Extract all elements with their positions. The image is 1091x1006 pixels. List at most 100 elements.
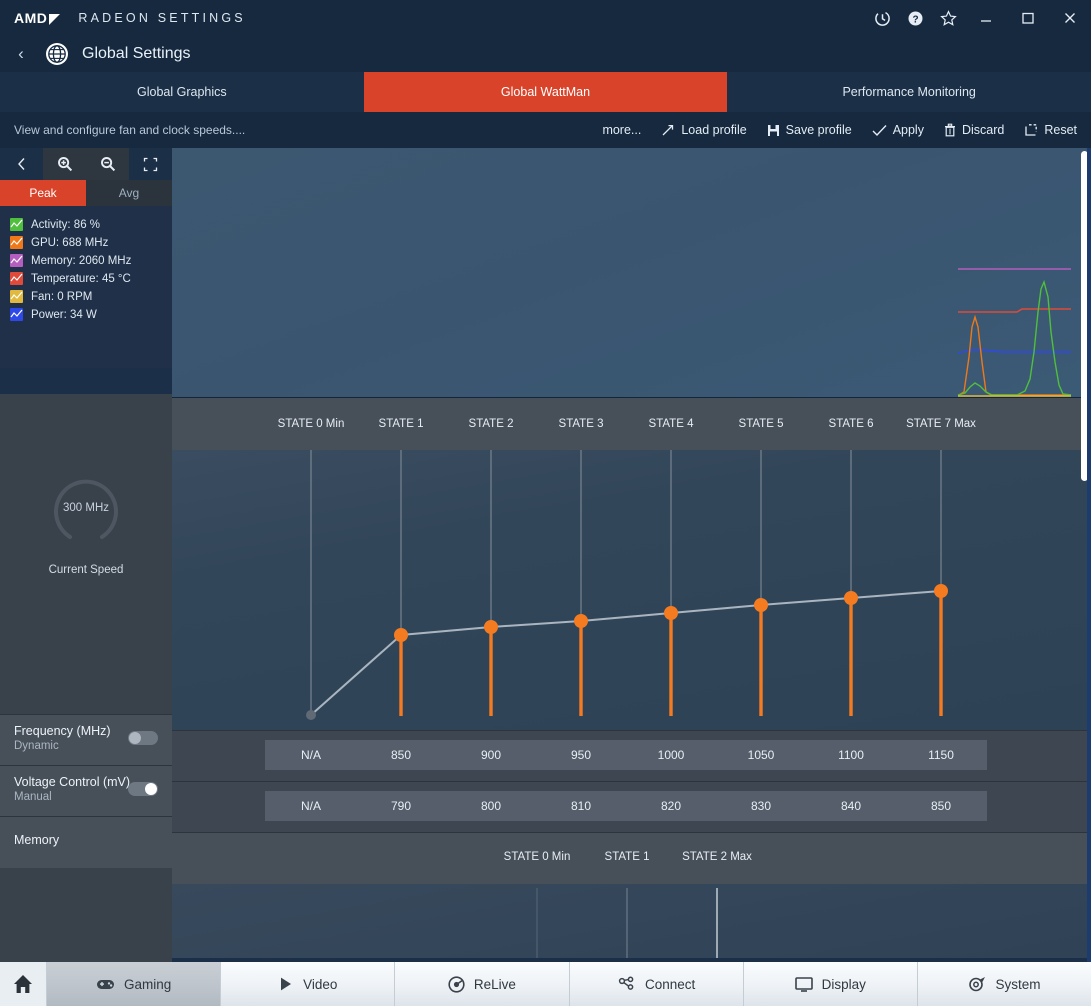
gamepad-icon: [96, 977, 115, 991]
frequency-cell-2[interactable]: 900: [445, 740, 537, 770]
temperature-swatch-icon: [10, 272, 23, 285]
memory-row-label: Memory: [0, 816, 172, 868]
frequency-cell-6[interactable]: 1100: [805, 740, 897, 770]
load-profile-button[interactable]: Load profile: [661, 123, 747, 137]
tab-global-graphics[interactable]: Global Graphics: [0, 72, 364, 112]
legend-label-power: Power: 34 W: [31, 308, 97, 321]
frequency-cell-4[interactable]: 1000: [625, 740, 717, 770]
nav-video[interactable]: Video: [220, 962, 395, 1006]
legend-item[interactable]: Temperature: 45 °C: [10, 272, 172, 285]
frequency-cell-7[interactable]: 1150: [895, 740, 987, 770]
back-arrow-icon[interactable]: [0, 148, 43, 180]
nav-system-label: System: [995, 976, 1041, 992]
frequency-cell-0[interactable]: N/A: [265, 740, 357, 770]
more-button[interactable]: more...: [602, 123, 641, 137]
reset-icon: [1024, 123, 1038, 137]
nav-display[interactable]: Display: [742, 962, 917, 1006]
activity-trace: [957, 279, 1072, 396]
state-curve-svg: [306, 450, 948, 720]
apply-button[interactable]: Apply: [872, 123, 924, 137]
window-controls: ?: [866, 0, 1091, 36]
favorite-star-icon[interactable]: [932, 0, 965, 36]
frequency-row-label: Frequency (MHz) Dynamic: [0, 714, 172, 765]
memory-swatch-icon: [10, 254, 23, 267]
maximize-icon[interactable]: [1007, 0, 1049, 36]
left-rail: Peak Avg Activity: 86 % GPU: 688 MHz Mem…: [0, 148, 172, 966]
curve-node-4: [664, 606, 678, 620]
zoom-in-icon[interactable]: [43, 148, 86, 180]
legend-label-activity: Activity: 86 %: [31, 218, 101, 231]
curve-node-3: [574, 614, 588, 628]
home-icon[interactable]: [0, 962, 46, 1006]
frequency-toggle[interactable]: [128, 731, 158, 745]
legend-label-temperature: Temperature: 45 °C: [31, 272, 131, 285]
help-icon[interactable]: ?: [899, 0, 932, 36]
voltage-cell-3[interactable]: 810: [535, 791, 627, 821]
main-tabs: Global Graphics Global WattMan Performan…: [0, 72, 1091, 112]
svg-text:?: ?: [912, 14, 918, 25]
gpu-state-4: STATE 4: [648, 418, 694, 430]
curve-node-0: [306, 710, 316, 720]
reset-label: Reset: [1044, 123, 1077, 137]
nav-connect[interactable]: Connect: [568, 962, 743, 1006]
frequency-cell-5[interactable]: 1050: [715, 740, 807, 770]
fullscreen-icon[interactable]: [129, 148, 172, 180]
globe-icon: [44, 41, 70, 67]
back-button[interactable]: ‹: [10, 44, 32, 64]
frequency-cell-1[interactable]: 850: [355, 740, 447, 770]
frequency-cell-3[interactable]: 950: [535, 740, 627, 770]
load-profile-label: Load profile: [681, 123, 747, 137]
voltage-cell-5[interactable]: 830: [715, 791, 807, 821]
breadcrumb: ‹ Global Settings: [0, 36, 1091, 72]
reset-button[interactable]: Reset: [1024, 123, 1077, 137]
update-icon[interactable]: [866, 0, 899, 36]
save-profile-button[interactable]: Save profile: [767, 123, 852, 137]
legend-item[interactable]: Fan: 0 RPM: [10, 290, 172, 303]
discard-button[interactable]: Discard: [944, 123, 1004, 137]
legend-label-fan: Fan: 0 RPM: [31, 290, 93, 303]
app-title: RADEON SETTINGS: [78, 11, 246, 25]
curve-node-5: [754, 598, 768, 612]
nav-system[interactable]: System: [916, 962, 1091, 1006]
legend-item[interactable]: Activity: 86 %: [10, 218, 172, 231]
voltage-cell-4[interactable]: 820: [625, 791, 717, 821]
zoom-out-icon[interactable]: [86, 148, 129, 180]
avg-tab[interactable]: Avg: [86, 180, 172, 206]
peak-avg-toggle: Peak Avg: [0, 180, 172, 206]
nav-gaming[interactable]: Gaming: [46, 962, 221, 1006]
peak-tab[interactable]: Peak: [0, 180, 86, 206]
minimize-icon[interactable]: [965, 0, 1007, 36]
toolbar-description: View and configure fan and clock speeds.…: [14, 123, 246, 137]
fan-swatch-icon: [10, 290, 23, 303]
legend-item[interactable]: Memory: 2060 MHz: [10, 254, 172, 267]
current-speed-gauge-panel: 300 MHz Current Speed: [0, 394, 172, 714]
wattman-content: STATE 0 Min STATE 1 STATE 2 STATE 3 STAT…: [172, 148, 1091, 966]
legend-label-memory: Memory: 2060 MHz: [31, 254, 132, 267]
gpu-swatch-icon: [10, 236, 23, 249]
legend-label-gpu: GPU: 688 MHz: [31, 236, 109, 249]
gpu-state-0: STATE 0 Min: [277, 418, 345, 430]
voltage-cell-1[interactable]: 790: [355, 791, 447, 821]
voltage-value-row: N/A 790 800 810 820 830 840 850: [172, 781, 1091, 832]
legend-item[interactable]: Power: 34 W: [10, 308, 172, 321]
voltage-cell-6[interactable]: 840: [805, 791, 897, 821]
connect-icon: [617, 976, 636, 992]
voltage-cell-7[interactable]: 850: [895, 791, 987, 821]
frequency-value-row: N/A 850 900 950 1000 1050 1100 1150: [172, 730, 1091, 781]
nav-relive[interactable]: ReLive: [394, 962, 569, 1006]
curve-node-2: [484, 620, 498, 634]
legend-item[interactable]: GPU: 688 MHz: [10, 236, 172, 249]
nav-relive-label: ReLive: [473, 976, 516, 992]
trash-icon: [944, 123, 956, 137]
memory-state-0: STATE 0 Min: [503, 851, 571, 863]
apply-label: Apply: [892, 123, 924, 137]
close-icon[interactable]: [1049, 0, 1091, 36]
curve-node-6: [844, 591, 858, 605]
voltage-cell-2[interactable]: 800: [445, 791, 537, 821]
gpu-state-6: STATE 6: [828, 418, 874, 430]
tab-performance-monitoring[interactable]: Performance Monitoring: [727, 72, 1091, 112]
perf-history-svg: [957, 268, 1072, 397]
tab-global-wattman[interactable]: Global WattMan: [363, 72, 728, 112]
voltage-toggle[interactable]: [128, 782, 158, 796]
voltage-cell-0[interactable]: N/A: [265, 791, 357, 821]
